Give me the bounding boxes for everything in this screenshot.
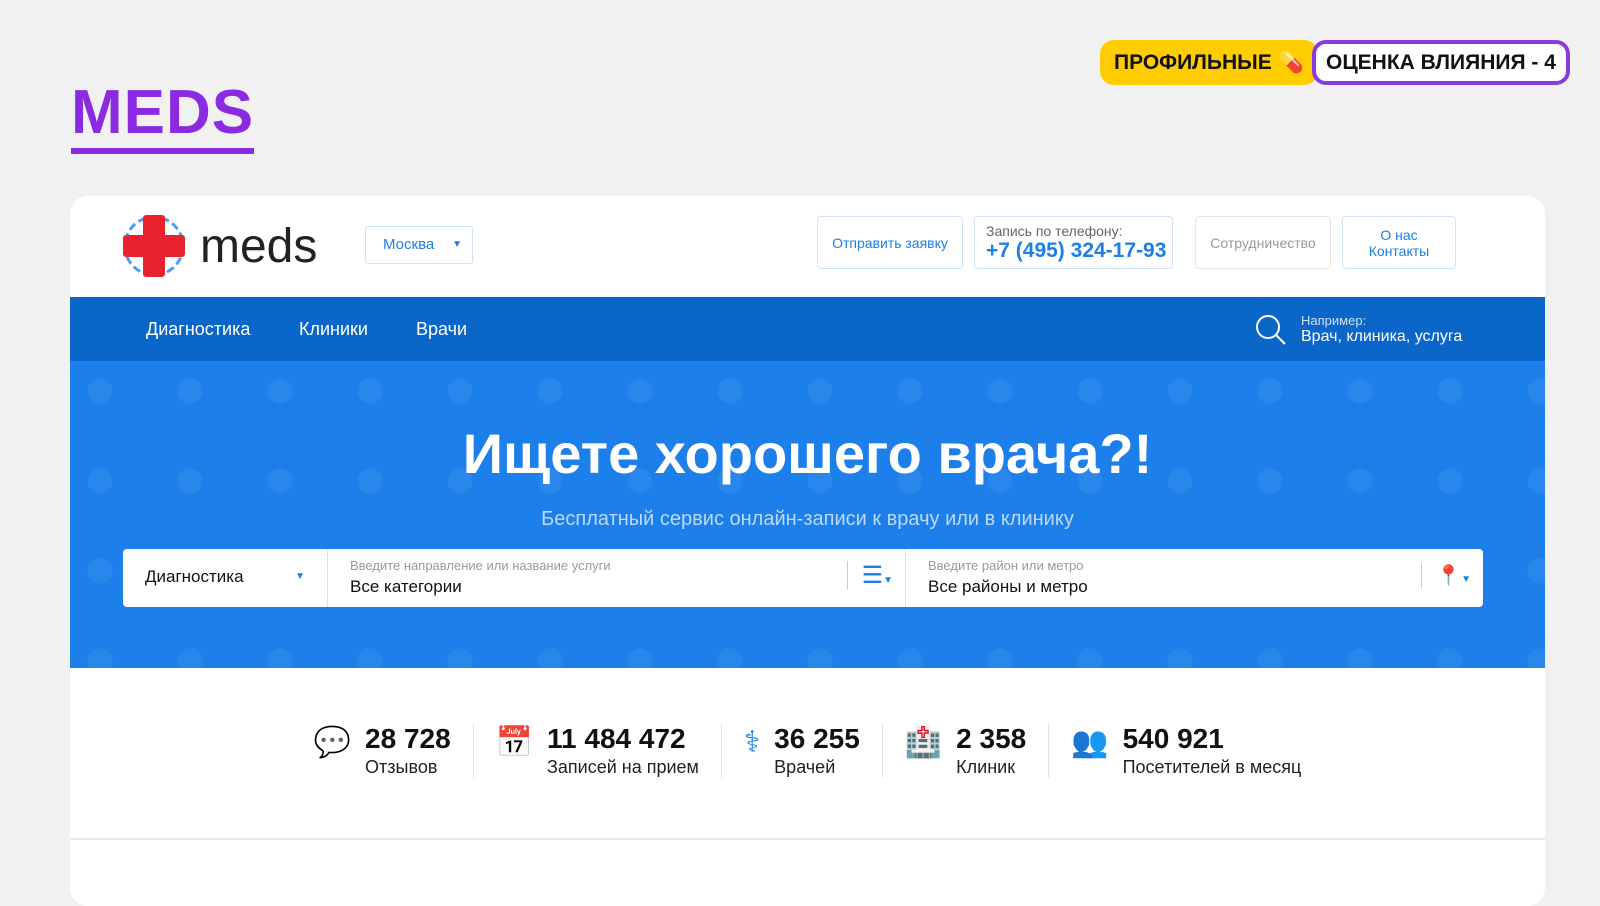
service-value: Все категории — [350, 577, 462, 596]
nav-clinics[interactable]: Клиники — [299, 319, 368, 340]
search-form: Диагностика ▼ Введите направление или наз… — [123, 549, 1483, 607]
main-nav: Диагностика Клиники Врачи Например: Врач,… — [70, 297, 1545, 361]
doctor-icon: ⚕ — [743, 726, 761, 759]
city-select[interactable]: Москва ▼ — [365, 226, 473, 264]
stat-visitors: 👥 540 921 Посетителей в месяц — [1049, 723, 1323, 778]
profile-tag-label: ПРОФИЛЬНЫЕ — [1114, 51, 1272, 74]
logo[interactable]: meds — [122, 214, 317, 278]
calendar-icon: 📅 — [495, 726, 534, 759]
stat-label: Отзывов — [365, 757, 438, 777]
nav-diagnostics[interactable]: Диагностика — [146, 319, 250, 340]
area-input[interactable]: Введите район или метро Все районы и мет… — [906, 549, 1483, 607]
search-example: Врач, клиника, услуга — [1301, 328, 1463, 345]
send-request-button[interactable]: Отправить заявку — [817, 216, 963, 269]
list-icon[interactable]: ☰▼ — [846, 561, 893, 590]
area-placeholder: Введите район или метро — [928, 558, 1084, 573]
cooperation-button[interactable]: Сотрудничество — [1195, 216, 1331, 269]
impact-tag: ОЦЕНКА ВЛИЯНИЯ - 4 — [1312, 40, 1570, 85]
stat-label: Врачей — [774, 757, 836, 777]
stat-label: Записей на прием — [547, 757, 699, 777]
nav-search[interactable]: Например: Врач, клиника, услуга — [1255, 313, 1462, 346]
location-pin-icon[interactable]: 📍▼ — [1421, 563, 1471, 588]
service-placeholder: Введите направление или название услуги — [350, 558, 611, 573]
chevron-down-icon: ▼ — [452, 239, 462, 250]
phone-number[interactable]: +7 (495) 324-17-93 — [986, 239, 1172, 263]
chat-icon: 💬 — [313, 726, 352, 759]
stat-clinics: 🏥 2 358 Клиник — [883, 723, 1050, 778]
stat-value: 540 921 — [1122, 723, 1224, 754]
stat-value: 36 255 — [774, 723, 860, 754]
stat-appointments: 📅 11 484 472 Записей на прием — [474, 723, 722, 778]
search-hint: Например: — [1301, 313, 1367, 328]
website-screenshot: meds Москва ▼ Отправить заявку Запись по … — [70, 196, 1545, 906]
site-header: meds Москва ▼ Отправить заявку Запись по … — [70, 196, 1545, 297]
stat-value: 28 728 — [365, 723, 451, 754]
type-value: Диагностика — [145, 567, 244, 586]
chevron-down-icon: ▼ — [295, 571, 305, 582]
profile-tag: ПРОФИЛЬНЫЕ 💊 — [1100, 40, 1318, 85]
stat-value: 2 358 — [956, 723, 1027, 754]
city-label: Москва — [383, 236, 435, 253]
service-input[interactable]: Введите направление или название услуги … — [328, 549, 906, 607]
phone-box[interactable]: Запись по телефону: +7 (495) 324-17-93 — [974, 216, 1173, 269]
pill-icon: 💊 — [1277, 51, 1304, 74]
stat-reviews: 💬 28 728 Отзывов — [292, 723, 474, 778]
about-contacts-button[interactable]: О нас Контакты — [1342, 216, 1456, 269]
about-link[interactable]: О нас — [1343, 227, 1455, 243]
brand-title: MEDS — [71, 78, 255, 154]
hero-banner: Ищете хорошего врача?! Бесплатный сервис… — [70, 361, 1545, 668]
hero-subtitle: Бесплатный сервис онлайн-записи к врачу … — [541, 508, 1074, 530]
stat-label: Клиник — [956, 757, 1016, 777]
people-icon: 👥 — [1071, 726, 1109, 759]
logo-text: meds — [200, 219, 318, 273]
phone-label: Запись по телефону: — [986, 222, 1123, 239]
stat-label: Посетителей в месяц — [1122, 757, 1302, 777]
red-cross-icon — [123, 215, 185, 277]
stats-bar: 💬 28 728 Отзывов 📅 11 484 472 Записей на при… — [70, 723, 1545, 778]
nav-doctors[interactable]: Врачи — [416, 319, 467, 340]
stat-doctors: ⚕ 36 255 Врачей — [722, 723, 883, 778]
type-select[interactable]: Диагностика ▼ — [123, 549, 328, 607]
stat-value: 11 484 472 — [547, 723, 686, 754]
contacts-link[interactable]: Контакты — [1343, 243, 1455, 259]
area-value: Все районы и метро — [928, 577, 1088, 596]
divider — [70, 838, 1545, 840]
hero-title: Ищете хорошего врача?! — [462, 422, 1153, 485]
search-icon — [1256, 314, 1286, 345]
hospital-icon: 🏥 — [904, 726, 943, 759]
